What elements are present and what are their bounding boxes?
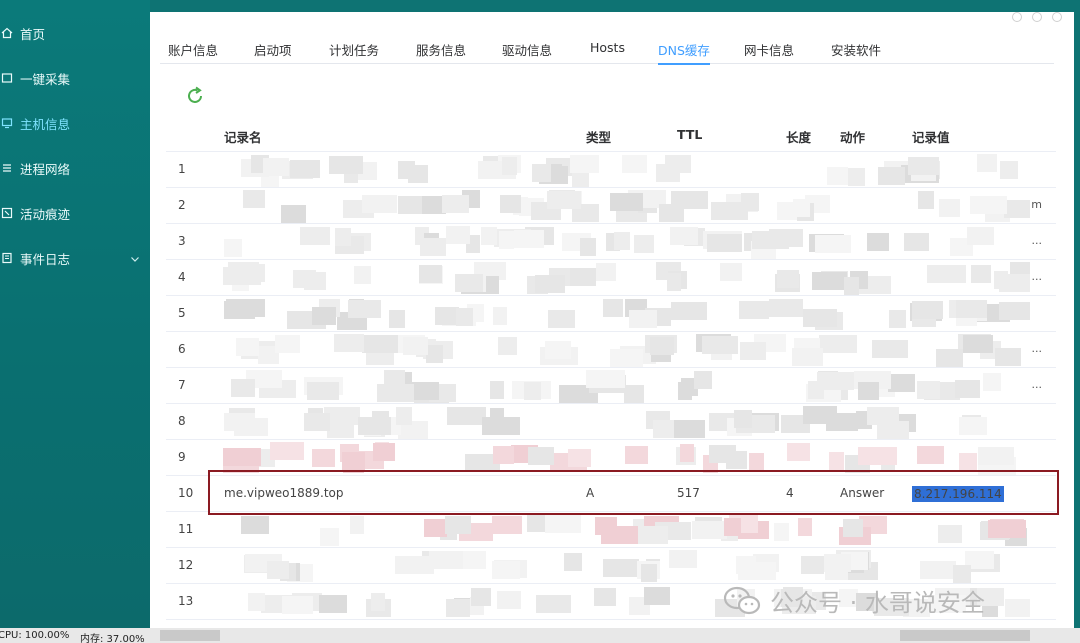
home-icon	[0, 26, 14, 40]
column-type[interactable]: 类型	[586, 127, 611, 146]
sidebar-item-label: 主机信息	[20, 116, 71, 132]
row-index: 9	[178, 450, 186, 464]
blurred-row-content	[222, 260, 1030, 295]
cpu-usage: CPU: 100.00%	[0, 630, 70, 641]
blurred-row-content	[222, 188, 1030, 223]
column-length[interactable]: 长度	[786, 127, 811, 146]
tab-drivers[interactable]: 驱动信息	[502, 40, 552, 59]
sidebar-item-label: 活动痕迹	[20, 206, 71, 222]
minimize-icon[interactable]	[1012, 12, 1022, 22]
window-controls	[1012, 12, 1062, 22]
blurred-row-content	[222, 332, 1030, 367]
tab-account-info[interactable]: 账户信息	[168, 40, 218, 59]
tab-installed-software[interactable]: 安装软件	[831, 40, 881, 59]
close-icon[interactable]	[1052, 12, 1062, 22]
tab-scheduled-tasks[interactable]: 计划任务	[329, 40, 379, 59]
sidebar-item-host-info[interactable]: 主机信息	[0, 105, 150, 141]
status-bar: CPU: 100.00% 内存: 37.00%	[0, 628, 1080, 643]
blurred-row-content	[222, 440, 1030, 475]
host-icon	[0, 116, 14, 130]
sidebar-item-home[interactable]: 首页	[0, 15, 150, 51]
sidebar-item-label: 一键采集	[20, 71, 71, 87]
chevron-down-icon[interactable]	[130, 252, 140, 262]
collect-icon	[0, 71, 14, 85]
watermark: 公众号 · 水哥说安全	[722, 583, 985, 618]
blurred-status	[900, 630, 1030, 641]
table-row[interactable]: 5	[166, 296, 1056, 332]
column-record-value[interactable]: 记录值	[912, 127, 950, 146]
blurred-row-content	[222, 224, 1030, 259]
main-panel: 账户信息 启动项 计划任务 服务信息 驱动信息 Hosts DNS缓存 网卡信息…	[150, 12, 1074, 628]
table-row[interactable]: 4...	[166, 260, 1056, 296]
blurred-row-content	[222, 548, 1030, 583]
table-row[interactable]: 8	[166, 404, 1056, 440]
row-index: 6	[178, 342, 186, 356]
record-name-cell: me.vipweo1889.top	[224, 486, 344, 500]
tab-bar: 账户信息 启动项 计划任务 服务信息 驱动信息 Hosts DNS缓存 网卡信息…	[160, 34, 1054, 65]
table-row[interactable]: 11	[166, 512, 1056, 548]
tab-services[interactable]: 服务信息	[416, 40, 466, 59]
refresh-button[interactable]	[184, 85, 206, 107]
row-index: 7	[178, 378, 186, 392]
activity-icon	[0, 206, 14, 220]
action-cell: Answer	[840, 486, 885, 500]
blurred-status	[160, 630, 220, 641]
maximize-icon[interactable]	[1032, 12, 1042, 22]
truncation-mark: ...	[1031, 234, 1043, 247]
row-index: 11	[178, 522, 194, 536]
tab-dns-cache[interactable]: DNS缓存	[658, 40, 710, 65]
row-index: 10	[178, 486, 194, 500]
sidebar-item-activity[interactable]: 活动痕迹	[0, 195, 150, 231]
ttl-cell: 517	[677, 486, 700, 500]
table-row[interactable]: 10 me.vipweo1889.top A 517 4 Answer 8.217.196.…	[166, 476, 1056, 512]
sidebar-item-label: 进程网络	[20, 161, 71, 177]
tab-hosts[interactable]: Hosts	[590, 40, 625, 55]
watermark-text: 公众号 · 水哥说安全	[770, 589, 985, 617]
wechat-icon	[723, 586, 761, 614]
blurred-row-content	[222, 368, 1030, 403]
process-icon	[0, 161, 14, 175]
record-value-cell[interactable]: 8.217.196.114	[912, 486, 1004, 502]
truncation-mark: ...	[1031, 270, 1043, 283]
sidebar-item-process-network[interactable]: 进程网络	[0, 150, 150, 186]
row-index: 2	[178, 198, 186, 212]
column-action[interactable]: 动作	[840, 127, 865, 146]
row-index: 5	[178, 306, 186, 320]
log-icon	[0, 251, 14, 265]
memory-usage: 内存: 37.00%	[80, 634, 145, 643]
truncation-mark: ...	[1031, 378, 1043, 391]
table-header: 记录名 类型 TTL 长度 动作 记录值	[166, 116, 1056, 152]
row-index: 3	[178, 234, 186, 248]
row-index: 12	[178, 558, 194, 572]
table-row[interactable]: 3...	[166, 224, 1056, 260]
blurred-row-content	[222, 404, 1030, 439]
tab-nic-info[interactable]: 网卡信息	[744, 40, 794, 59]
tab-startup[interactable]: 启动项	[254, 40, 292, 59]
row-index: 4	[178, 270, 186, 284]
sidebar-item-label: 首页	[20, 26, 46, 42]
sidebar-item-label: 事件日志	[20, 251, 71, 267]
column-record-name[interactable]: 记录名	[224, 127, 262, 146]
row-index: 13	[178, 594, 194, 608]
table-row[interactable]: 7...	[166, 368, 1056, 404]
truncation-mark: ...	[1031, 342, 1043, 355]
blurred-row-content	[222, 512, 1030, 547]
table-row[interactable]: 12	[166, 548, 1056, 584]
type-cell: A	[586, 486, 595, 500]
blurred-row-content	[222, 296, 1030, 331]
sidebar-item-event-log[interactable]: 事件日志	[0, 240, 150, 276]
column-ttl[interactable]: TTL	[677, 127, 702, 142]
sidebar-item-collect[interactable]: 一键采集	[0, 60, 150, 96]
table-row[interactable]: 9	[166, 440, 1056, 476]
table-row[interactable]: 2m	[166, 188, 1056, 224]
length-cell: 4	[786, 486, 794, 500]
sidebar: 首页 一键采集 主机信息 进程网络 活动痕迹 事件日志	[0, 0, 150, 628]
table-row[interactable]: 1	[166, 152, 1056, 188]
refresh-icon	[188, 86, 202, 103]
row-index: 8	[178, 414, 186, 428]
row-index: 1	[178, 162, 186, 176]
table-row[interactable]: 6...	[166, 332, 1056, 368]
blurred-row-content	[222, 152, 1030, 187]
truncation-mark: m	[1031, 198, 1042, 211]
